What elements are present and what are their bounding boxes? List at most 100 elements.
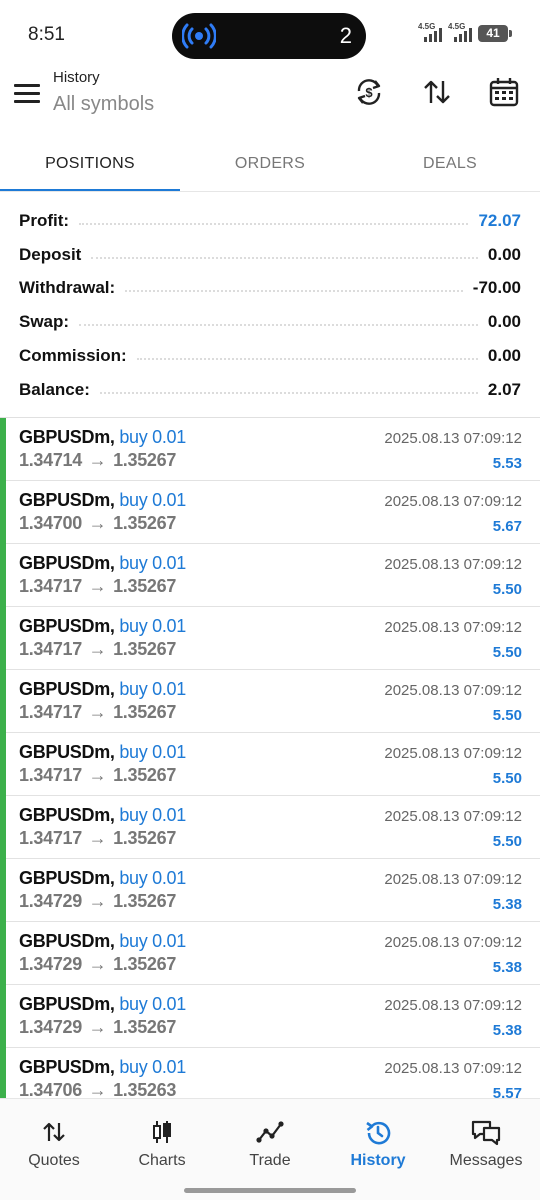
close-price: 1.35267 <box>113 639 177 659</box>
nav-trade[interactable]: Trade <box>216 1099 324 1179</box>
arrow-right-icon: → <box>88 1017 107 1037</box>
menu-icon[interactable] <box>14 84 40 104</box>
buy-indicator <box>0 670 6 733</box>
currency-sync-icon[interactable]: $ <box>353 76 385 108</box>
tab-bar: POSITIONS ORDERS DEALS <box>0 136 540 192</box>
open-price: 1.34717 <box>19 639 82 659</box>
position-symbol: GBPUSDm, <box>19 616 115 636</box>
position-type: buy 0.01 <box>119 994 186 1014</box>
position-symbol-line: GBPUSDm, buy 0.01 <box>19 868 186 889</box>
battery-tip <box>509 29 512 37</box>
position-prices: 1.34706 → 1.35263 <box>19 1080 176 1098</box>
quotes-icon <box>43 1122 65 1142</box>
position-prices: 1.34717 → 1.35267 <box>19 702 176 723</box>
position-type: buy 0.01 <box>119 1057 186 1077</box>
position-symbol-line: GBPUSDm, buy 0.01 <box>19 742 186 763</box>
home-indicator[interactable] <box>184 1188 356 1193</box>
nav-charts[interactable]: Charts <box>108 1099 216 1179</box>
position-prices: 1.34717 → 1.35267 <box>19 639 176 660</box>
position-prices: 1.34729 → 1.35267 <box>19 1017 176 1038</box>
position-type: buy 0.01 <box>119 868 186 888</box>
dotted-leader <box>99 391 478 394</box>
arrow-right-icon: → <box>88 702 107 722</box>
position-profit: 5.38 <box>492 896 522 913</box>
position-row[interactable]: GBPUSDm, buy 0.01 1.34729 → 1.35267 2025… <box>0 985 540 1048</box>
nav-history[interactable]: History <box>324 1099 432 1179</box>
buy-indicator <box>0 733 6 796</box>
position-row[interactable]: GBPUSDm, buy 0.01 1.34714 → 1.35267 2025… <box>0 418 540 481</box>
summary-label: Commission: <box>19 346 127 366</box>
dynamic-island[interactable]: 2 <box>172 13 366 59</box>
buy-indicator <box>0 985 6 1048</box>
summary-label: Withdrawal: <box>19 278 116 298</box>
position-profit: 5.67 <box>492 518 522 535</box>
close-price: 1.35267 <box>113 1017 177 1037</box>
tab-deals[interactable]: DEALS <box>360 136 540 192</box>
calendar-icon[interactable] <box>488 76 520 108</box>
position-symbol-line: GBPUSDm, buy 0.01 <box>19 616 186 637</box>
position-type: buy 0.01 <box>119 742 186 762</box>
position-row[interactable]: GBPUSDm, buy 0.01 1.34729 → 1.35267 2025… <box>0 922 540 985</box>
position-symbol: GBPUSDm, <box>19 679 115 699</box>
position-time: 2025.08.13 07:09:12 <box>384 430 522 447</box>
symbol-filter[interactable]: All symbols <box>53 93 154 116</box>
position-row[interactable]: GBPUSDm, buy 0.01 1.34717 → 1.35267 2025… <box>0 544 540 607</box>
position-time: 2025.08.13 07:09:12 <box>384 619 522 636</box>
position-row[interactable]: GBPUSDm, buy 0.01 1.34717 → 1.35267 2025… <box>0 670 540 733</box>
position-time: 2025.08.13 07:09:12 <box>384 871 522 888</box>
open-price: 1.34729 <box>19 954 82 974</box>
open-price: 1.34729 <box>19 1017 82 1037</box>
trade-icon <box>256 1121 284 1143</box>
summary-label: Balance: <box>19 379 90 399</box>
dotted-leader <box>79 324 478 327</box>
nav-messages[interactable]: Messages <box>432 1099 540 1179</box>
buy-indicator <box>0 922 6 985</box>
close-price: 1.35267 <box>113 576 177 596</box>
tab-positions[interactable]: POSITIONS <box>0 136 180 192</box>
summary-value: 0.00 <box>487 346 521 366</box>
arrow-right-icon: → <box>88 828 107 848</box>
position-type: buy 0.01 <box>119 805 186 825</box>
buy-indicator <box>0 1048 6 1098</box>
position-time: 2025.08.13 07:09:12 <box>384 745 522 762</box>
sort-icon[interactable] <box>421 76 453 108</box>
summary-value: 0.00 <box>487 312 521 332</box>
signal-label: 4.5G <box>418 22 436 31</box>
summary-value: 0.00 <box>487 244 521 264</box>
position-row[interactable]: GBPUSDm, buy 0.01 1.34706 → 1.35263 2025… <box>0 1048 540 1098</box>
position-row[interactable]: GBPUSDm, buy 0.01 1.34717 → 1.35267 2025… <box>0 607 540 670</box>
tab-orders[interactable]: ORDERS <box>180 136 360 192</box>
position-row[interactable]: GBPUSDm, buy 0.01 1.34700 → 1.35267 2025… <box>0 481 540 544</box>
summary-row-profit: Profit: 72.07 <box>0 204 540 238</box>
arrow-right-icon: → <box>88 1080 107 1098</box>
close-price: 1.35263 <box>113 1080 177 1098</box>
position-time: 2025.08.13 07:09:12 <box>384 1060 522 1077</box>
position-symbol: GBPUSDm, <box>19 427 115 447</box>
summary-panel: Profit: 72.07 Deposit 0.00 Withdrawal: -… <box>0 204 540 407</box>
position-row[interactable]: GBPUSDm, buy 0.01 1.34717 → 1.35267 2025… <box>0 796 540 859</box>
close-price: 1.35267 <box>113 828 177 848</box>
arrow-right-icon: → <box>88 576 107 596</box>
close-price: 1.35267 <box>113 702 177 722</box>
position-prices: 1.34729 → 1.35267 <box>19 954 176 975</box>
positions-list[interactable]: GBPUSDm, buy 0.01 1.34714 → 1.35267 2025… <box>0 418 540 1098</box>
position-symbol-line: GBPUSDm, buy 0.01 <box>19 427 186 448</box>
position-symbol: GBPUSDm, <box>19 490 115 510</box>
position-symbol-line: GBPUSDm, buy 0.01 <box>19 931 186 952</box>
position-row[interactable]: GBPUSDm, buy 0.01 1.34717 → 1.35267 2025… <box>0 733 540 796</box>
position-profit: 5.50 <box>492 707 522 724</box>
open-price: 1.34700 <box>19 513 82 533</box>
position-type: buy 0.01 <box>119 427 186 447</box>
buy-indicator <box>0 544 6 607</box>
position-type: buy 0.01 <box>119 553 186 573</box>
nav-quotes[interactable]: Quotes <box>0 1099 108 1179</box>
position-time: 2025.08.13 07:09:12 <box>384 808 522 825</box>
position-symbol: GBPUSDm, <box>19 931 115 951</box>
close-price: 1.35267 <box>113 891 177 911</box>
position-type: buy 0.01 <box>119 679 186 699</box>
summary-value: 2.07 <box>487 379 521 399</box>
position-row[interactable]: GBPUSDm, buy 0.01 1.34729 → 1.35267 2025… <box>0 859 540 922</box>
position-profit: 5.50 <box>492 833 522 850</box>
position-profit: 5.57 <box>492 1085 522 1098</box>
position-prices: 1.34714 → 1.35267 <box>19 450 176 471</box>
